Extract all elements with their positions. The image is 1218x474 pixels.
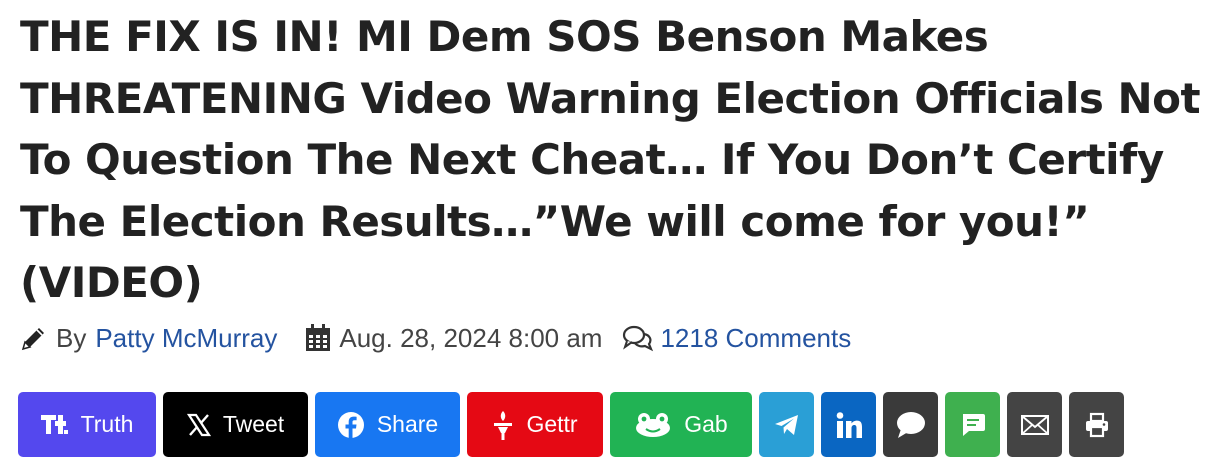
- publish-date: Aug. 28, 2024 8:00 am: [339, 322, 603, 353]
- by-label: By: [56, 322, 87, 353]
- gettr-label: Gettr: [526, 411, 578, 437]
- gettr-share-button[interactable]: Gettr: [467, 392, 603, 457]
- facebook-share-button[interactable]: Share: [315, 392, 460, 457]
- tweet-button[interactable]: Tweet: [163, 392, 308, 457]
- email-share-button[interactable]: [1007, 392, 1062, 457]
- x-icon: [186, 413, 211, 437]
- truth-share-button[interactable]: Truth: [18, 392, 156, 457]
- linkedin-icon: [835, 411, 863, 439]
- telegram-icon: [774, 413, 800, 437]
- share-bar: Truth Tweet Share Gettr Gab: [18, 392, 1131, 457]
- truth-label: Truth: [80, 411, 134, 437]
- facebook-icon: [337, 411, 365, 439]
- pencil-icon: [20, 324, 48, 352]
- telegram-share-button[interactable]: [759, 392, 814, 457]
- comments-icon: [622, 324, 654, 352]
- sms-share-button[interactable]: [945, 392, 1000, 457]
- mail-icon: [1020, 414, 1049, 435]
- comments-link[interactable]: 1218 Comments: [660, 323, 851, 354]
- share-label: Share: [376, 411, 439, 437]
- sms-icon: [960, 412, 986, 438]
- speech-bubble-icon: [896, 411, 926, 439]
- gab-share-button[interactable]: Gab: [610, 392, 752, 457]
- author-link[interactable]: Patty McMurray: [95, 323, 277, 354]
- tweet-label: Tweet: [222, 411, 285, 437]
- article-headline: THE FIX IS IN! MI Dem SOS Benson Makes T…: [20, 12, 1201, 307]
- print-button[interactable]: [1069, 392, 1124, 457]
- truth-social-icon: [40, 413, 69, 437]
- gab-icon: [634, 412, 672, 438]
- linkedin-share-button[interactable]: [821, 392, 876, 457]
- gab-label: Gab: [684, 411, 728, 437]
- gettr-icon: [492, 409, 514, 441]
- print-icon: [1084, 412, 1110, 438]
- article-meta: By Patty McMurray Aug. 28, 2024 8:00 am …: [20, 318, 851, 358]
- comment-share-button[interactable]: [883, 392, 938, 457]
- calendar-icon: [305, 324, 331, 352]
